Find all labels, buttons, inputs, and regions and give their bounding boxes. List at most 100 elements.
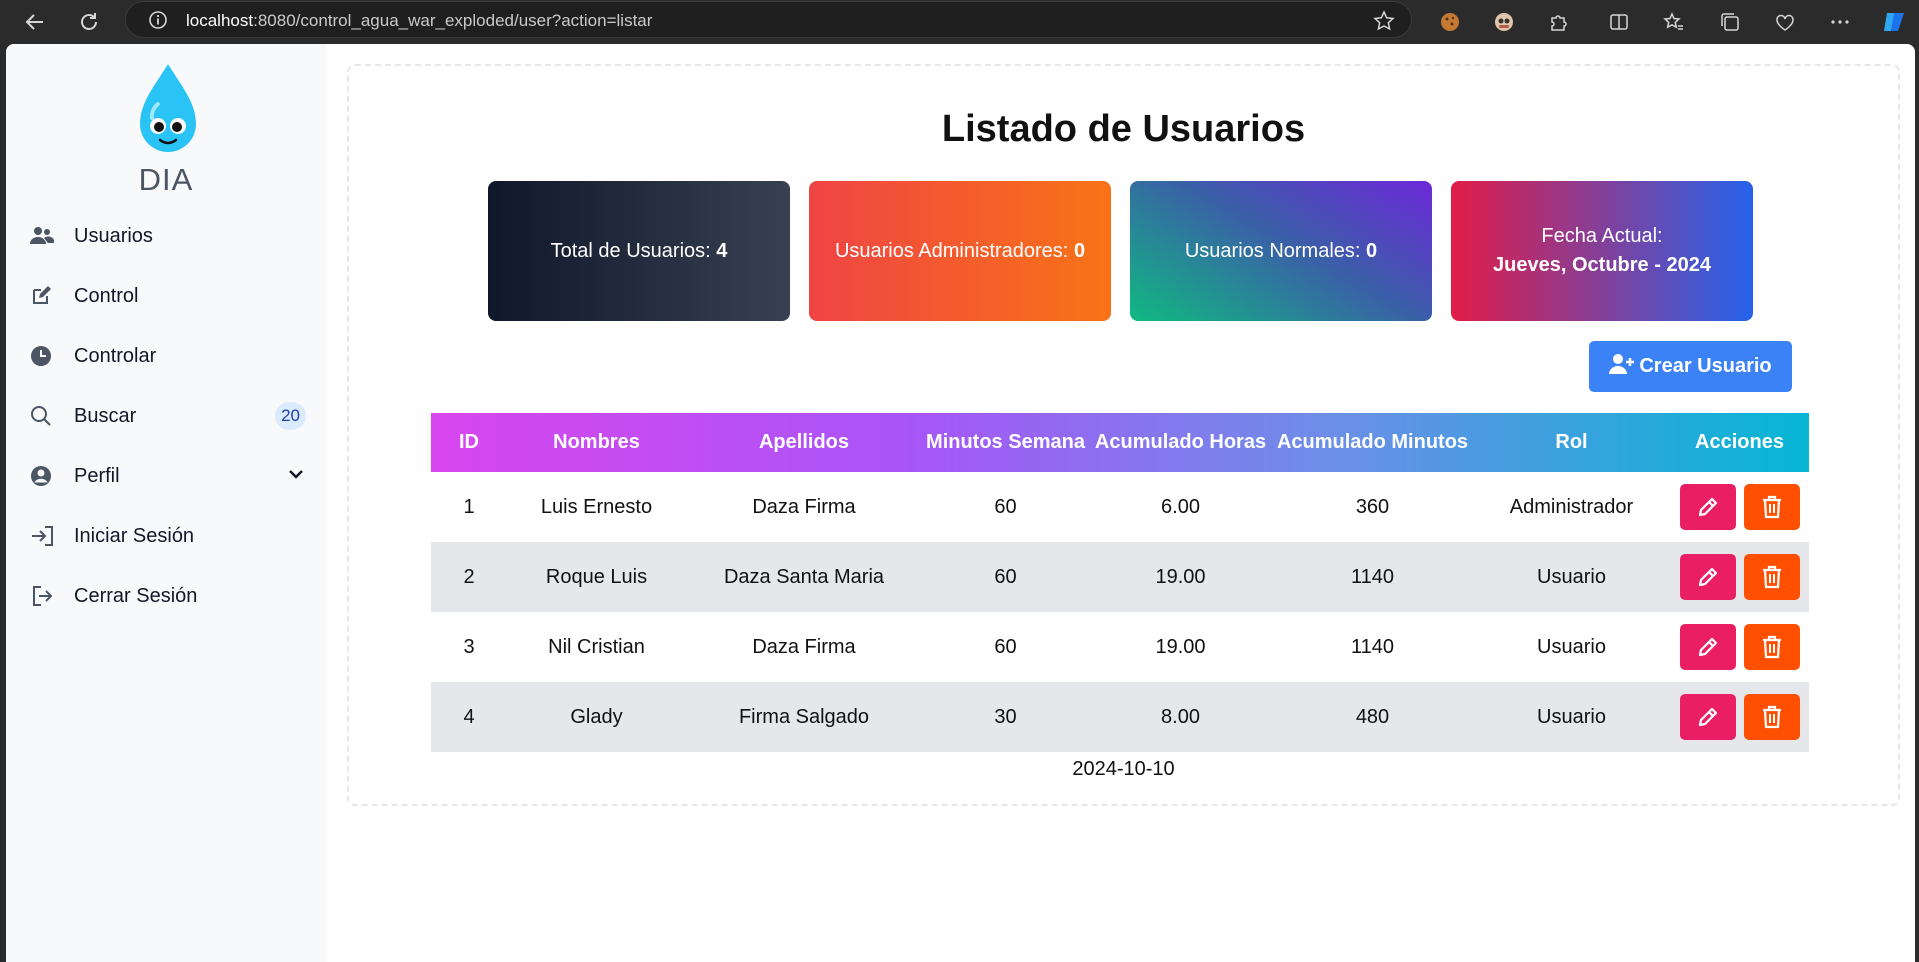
- delete-button[interactable]: [1743, 554, 1800, 600]
- sidebar-item-label: Buscar: [74, 404, 137, 427]
- cell-minutos-semana: 60: [994, 565, 1017, 588]
- back-icon[interactable]: [19, 6, 51, 38]
- chevron-down-icon[interactable]: [286, 464, 306, 490]
- user-circle-icon: [30, 463, 60, 489]
- sidebar-item-label: Usuarios: [74, 224, 153, 247]
- delete-button[interactable]: [1743, 624, 1800, 670]
- browser-essentials-icon[interactable]: [1771, 8, 1799, 36]
- favorites-icon[interactable]: [1660, 8, 1688, 36]
- trash-icon: [1762, 565, 1781, 589]
- column-header: Acciones: [1695, 431, 1784, 453]
- cell-acumulado-minutos: 1140: [1350, 565, 1394, 588]
- site-info-icon[interactable]: [148, 10, 168, 35]
- cell-apellidos: Daza Firma: [752, 635, 856, 658]
- edit-button[interactable]: [1679, 694, 1736, 740]
- trash-icon: [1762, 635, 1781, 659]
- address-bar[interactable]: localhost:8080/control_agua_war_exploded…: [125, 1, 1412, 38]
- card-text: Usuarios Normales: 0: [1184, 239, 1378, 262]
- cell-id: 4: [463, 705, 475, 728]
- sidebar-item-iniciar-sesion[interactable]: Iniciar Sesión: [30, 516, 310, 556]
- cell-minutos-semana: 60: [994, 495, 1017, 518]
- page: DIA Usuarios Control Controlar Buscar 20…: [6, 44, 1915, 962]
- delete-button[interactable]: [1743, 694, 1800, 740]
- more-options-icon[interactable]: [1826, 8, 1854, 36]
- sidebar-item-usuarios[interactable]: Usuarios: [30, 216, 310, 256]
- users-icon: [30, 223, 60, 249]
- clock-icon: [30, 343, 60, 369]
- table-row: 2 Roque Luis Daza Santa Maria 60 19.00 1…: [431, 542, 1809, 612]
- sidebar-item-perfil[interactable]: Perfil: [30, 456, 310, 496]
- create-user-button[interactable]: Crear Usuario: [1589, 341, 1792, 392]
- sidebar-item-control[interactable]: Control: [30, 276, 310, 316]
- url-text: localhost:8080/control_agua_war_exploded…: [186, 11, 653, 30]
- cell-acciones: [1670, 612, 1809, 682]
- login-icon: [30, 523, 60, 549]
- current-date-card: Fecha Actual: Jueves, Octubre - 2024: [1451, 181, 1753, 321]
- cell-nombres: Luis Ernesto: [540, 495, 653, 518]
- card-date-value: Jueves, Octubre - 2024: [1493, 254, 1711, 276]
- cell-nombres: Nil Cristian: [548, 635, 645, 658]
- favorite-star-icon[interactable]: [1373, 10, 1395, 37]
- column-header: Acumulado Horas: [1094, 431, 1267, 453]
- cell-nombres: Roque Luis: [545, 565, 648, 588]
- reload-icon[interactable]: [73, 6, 105, 38]
- sidebar: DIA Usuarios Control Controlar Buscar 20…: [6, 44, 326, 962]
- cell-minutos-semana: 30: [994, 705, 1017, 728]
- edit-button[interactable]: [1679, 624, 1736, 670]
- cell-id: 3: [463, 635, 475, 658]
- water-drop-logo: [126, 60, 210, 164]
- sidebar-item-controlar[interactable]: Controlar: [30, 336, 310, 376]
- cell-acciones: [1670, 542, 1809, 612]
- cell-rol: Usuario: [1537, 705, 1606, 728]
- extension-face-icon[interactable]: [1490, 8, 1518, 36]
- sidebar-item-buscar[interactable]: Buscar 20: [30, 396, 310, 436]
- card-date-label: Fecha Actual:: [1541, 225, 1663, 247]
- pencil-icon: [1698, 497, 1717, 517]
- sidebar-item-label: Control: [74, 284, 139, 307]
- trash-icon: [1762, 495, 1781, 519]
- collections-icon[interactable]: [1716, 8, 1744, 36]
- cell-acumulado-horas: 6.00: [1161, 495, 1200, 518]
- column-header: ID: [459, 431, 479, 453]
- sidebar-item-cerrar-sesion[interactable]: Cerrar Sesión: [30, 576, 310, 616]
- cell-acumulado-minutos: 360: [1355, 495, 1390, 518]
- cell-id: 2: [463, 565, 475, 588]
- cell-apellidos: Daza Santa Maria: [723, 565, 885, 588]
- cell-apellidos: Daza Firma: [752, 495, 856, 518]
- cell-apellidos: Firma Salgado: [738, 705, 870, 728]
- column-header: Acumulado Minutos: [1276, 431, 1469, 453]
- users-table: ID Nombres Apellidos Minutos Semana Acum…: [431, 413, 1809, 752]
- table-row: 4 Glady Firma Salgado 30 8.00 480 Usuari…: [431, 682, 1809, 752]
- card-text: Total de Usuarios: 4: [550, 239, 728, 262]
- sidebar-item-label: Iniciar Sesión: [74, 524, 195, 547]
- cell-acciones: [1670, 682, 1809, 752]
- user-plus-icon: [1609, 352, 1639, 382]
- column-header: Minutos Semana: [926, 431, 1085, 453]
- cell-acumulado-minutos: 480: [1355, 705, 1390, 728]
- card-text: Usuarios Administradores: 0: [834, 239, 1086, 262]
- pencil-icon: [1698, 567, 1717, 587]
- cell-minutos-semana: 60: [994, 635, 1017, 658]
- browser-toolbar: localhost:8080/control_agua_war_exploded…: [0, 0, 1919, 44]
- extensions-puzzle-icon[interactable]: [1544, 8, 1572, 36]
- edit-icon: [30, 283, 60, 309]
- column-header: Apellidos: [758, 431, 849, 453]
- cell-acciones: [1670, 472, 1809, 542]
- delete-button[interactable]: [1743, 484, 1800, 530]
- logo-text: DIA: [138, 162, 194, 197]
- cookie-extension-icon[interactable]: [1436, 8, 1464, 36]
- table-row: 3 Nil Cristian Daza Firma 60 19.00 1140 …: [431, 612, 1809, 682]
- edit-button[interactable]: [1679, 554, 1736, 600]
- copilot-icon[interactable]: [1880, 8, 1908, 36]
- split-screen-icon[interactable]: [1605, 8, 1633, 36]
- edit-button[interactable]: [1679, 484, 1736, 530]
- cell-acumulado-horas: 19.00: [1155, 565, 1206, 588]
- column-header: Rol: [1555, 431, 1588, 453]
- cell-nombres: Glady: [570, 705, 623, 728]
- sidebar-item-label: Controlar: [74, 344, 157, 367]
- cell-rol: Administrador: [1509, 495, 1634, 518]
- footer-date: 2024-10-10: [1072, 758, 1175, 780]
- table-header-row: ID Nombres Apellidos Minutos Semana Acum…: [431, 413, 1809, 472]
- page-title: Listado de Usuarios: [941, 108, 1306, 150]
- normal-users-card: Usuarios Normales: 0: [1130, 181, 1432, 321]
